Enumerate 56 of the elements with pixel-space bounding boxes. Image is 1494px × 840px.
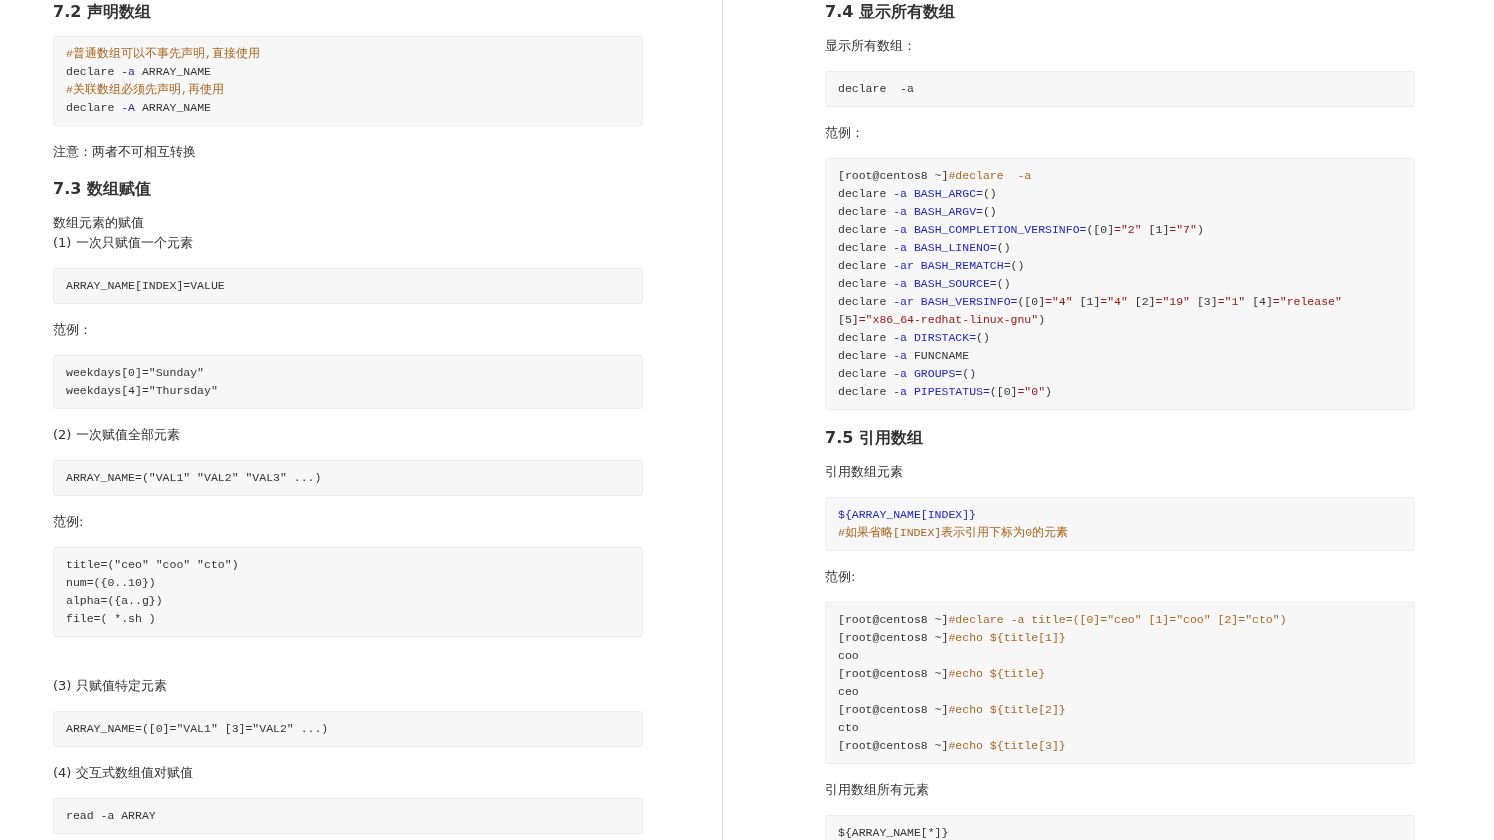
code-line: declare -a BASH_ARGC=() <box>838 186 997 202</box>
code-line: num=({0..10}) <box>66 575 156 591</box>
code-line: ARRAY_NAME=([0]="VAL1" [3]="VAL2" ...) <box>66 721 329 737</box>
body-text: (2) 一次赋值全部元素 <box>53 426 180 444</box>
code-line: ARRAY_NAME[INDEX]=VALUE <box>66 278 225 294</box>
body-text: (1) 一次只赋值一个元素 <box>53 234 193 252</box>
section-heading: 7.5 引用数组 <box>825 427 923 449</box>
code-line: declare -a BASH_ARGV=() <box>838 204 997 220</box>
code-line: ARRAY_NAME=("VAL1" "VAL2" "VAL3" ...) <box>66 470 322 486</box>
code-line: declare -ar BASH_REMATCH=() <box>838 258 1025 274</box>
body-text: 注意：两者不可相互转换 <box>53 143 196 161</box>
code-line: declare -a ARRAY_NAME <box>66 64 211 80</box>
code-line: declare -a <box>838 81 914 97</box>
code-line: declare -a BASH_LINENO=() <box>838 240 1011 256</box>
code-line: [root@centos8 ~]#declare -a <box>838 168 1032 184</box>
code-line: [5]="x86_64-redhat-linux-gnu") <box>838 312 1046 328</box>
body-text: 数组元素的赋值 <box>53 214 144 232</box>
code-line: [root@centos8 ~]#echo ${title[2]} <box>838 702 1066 718</box>
code-line: #如果省略[INDEX]表示引用下标为0的元素 <box>838 525 1069 541</box>
body-text: (3) 只赋值特定元素 <box>53 677 167 695</box>
code-line: alpha=({a..g}) <box>66 593 163 609</box>
code-line: declare -ar BASH_VERSINFO=([0]="4" [1]="4" [2]="19" [3]="1" [4]="release" <box>838 294 1342 310</box>
code-line: weekdays[0]="Sunday" <box>66 365 205 381</box>
code-line: declare -a PIPESTATUS=([0]="0") <box>838 384 1052 400</box>
code-line: coo <box>838 648 859 664</box>
code-line: ${ARRAY_NAME[INDEX]} <box>838 507 977 523</box>
code-line: [root@centos8 ~]#echo ${title} <box>838 666 1046 682</box>
body-text: 引用数组所有元素 <box>825 781 929 799</box>
body-text: 范例： <box>53 321 92 339</box>
code-line: declare -a GROUPS=() <box>838 366 977 382</box>
code-line: #普通数组可以不事先声明,直接使用 <box>66 46 260 62</box>
code-line: ceo <box>838 684 859 700</box>
code-line: weekdays[4]="Thursday" <box>66 383 218 399</box>
code-line: declare -a DIRSTACK=() <box>838 330 990 346</box>
body-text: 引用数组元素 <box>825 463 903 481</box>
code-line: declare -a FUNCNAME <box>838 348 970 364</box>
code-line: [root@centos8 ~]#declare -a title=([0]="ceo" [1]="coo" [2]="cto") <box>838 612 1287 628</box>
code-line: #关联数组必须先声明,再使用 <box>66 82 224 98</box>
code-line: ${ARRAY_NAME[*]} <box>838 825 949 840</box>
body-text: 范例: <box>825 568 856 586</box>
code-line: [root@centos8 ~]#echo ${title[3]} <box>838 738 1066 754</box>
section-heading: 7.3 数组赋值 <box>53 178 151 200</box>
code-line: declare -a BASH_SOURCE=() <box>838 276 1011 292</box>
code-line: [root@centos8 ~]#echo ${title[1]} <box>838 630 1066 646</box>
body-text: (4) 交互式数组值对赋值 <box>53 764 193 782</box>
code-line: declare -A ARRAY_NAME <box>66 100 211 116</box>
code-line: cto <box>838 720 859 736</box>
section-heading: 7.2 声明数组 <box>53 1 151 23</box>
code-line: read -a ARRAY <box>66 808 156 824</box>
code-line: file=( *.sh ) <box>66 611 156 627</box>
section-heading: 7.4 显示所有数组 <box>825 1 955 23</box>
body-text: 显示所有数组： <box>825 37 916 55</box>
code-line: declare -a BASH_COMPLETION_VERSINFO=([0]="2" [1]="7") <box>838 222 1204 238</box>
body-text: 范例： <box>825 124 864 142</box>
code-line: title=("ceo" "coo" "cto") <box>66 557 239 573</box>
body-text: 范例: <box>53 513 84 531</box>
